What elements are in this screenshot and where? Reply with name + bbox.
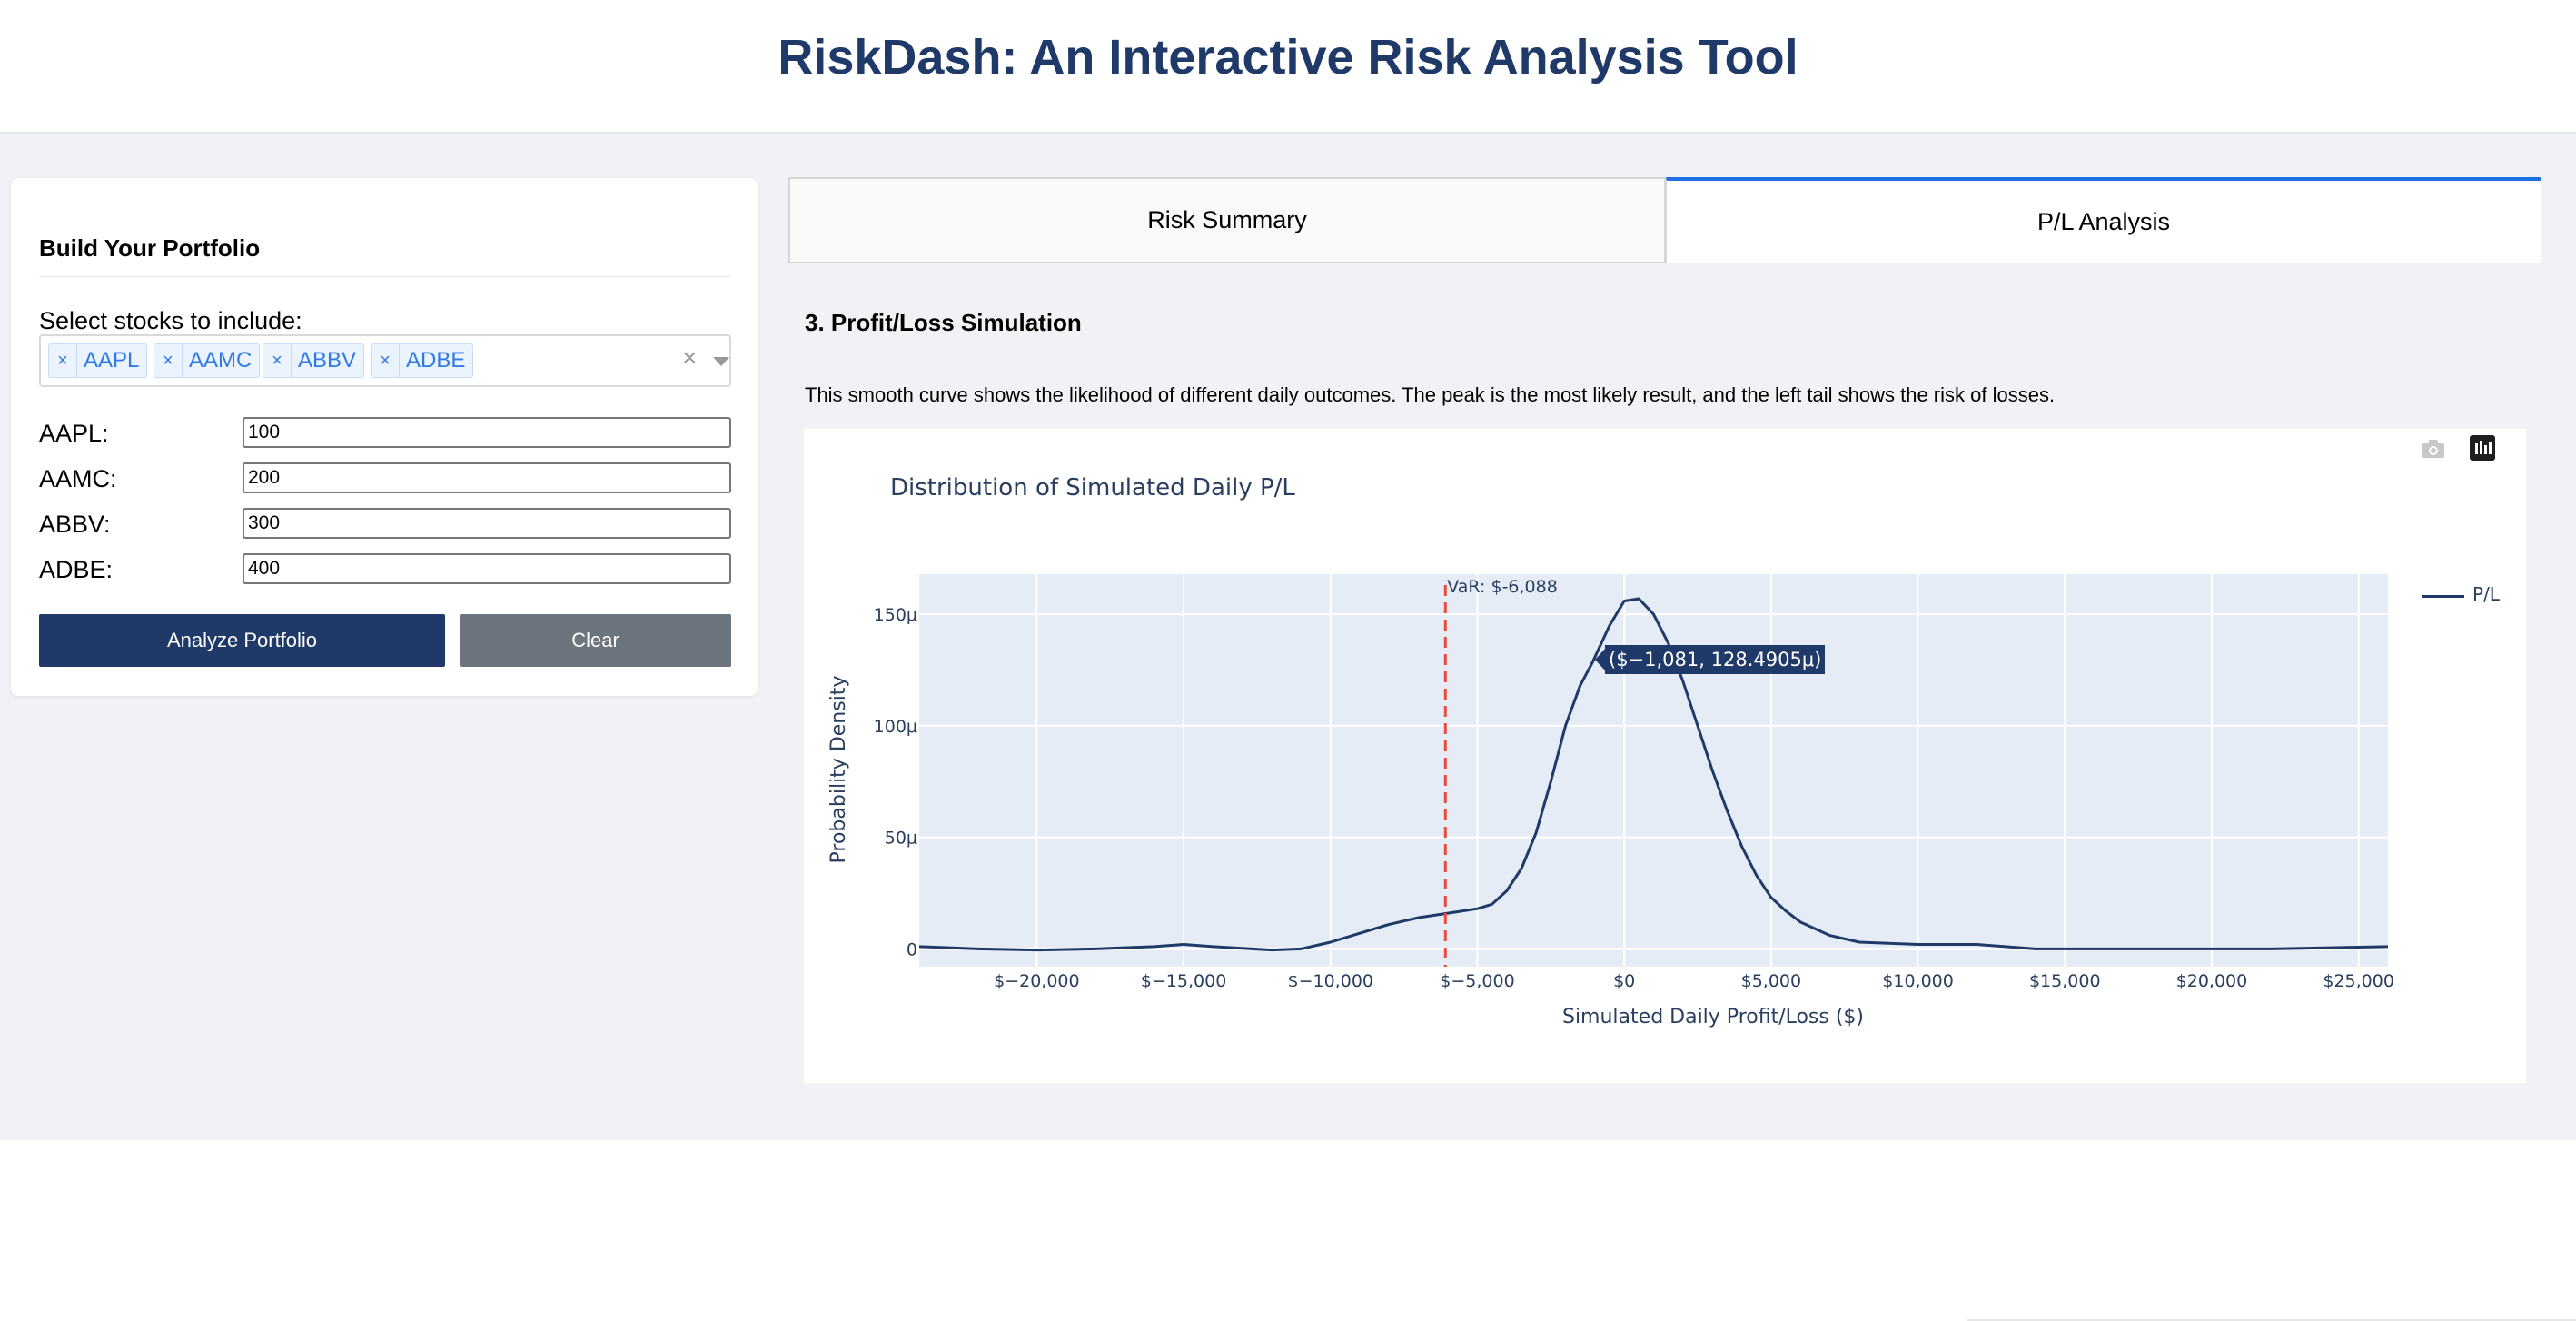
y-tick-label: 100μ — [874, 717, 917, 737]
var-label: VaR: $-6,088 — [1447, 577, 1558, 597]
analyze-portfolio-button[interactable]: Analyze Portfolio — [39, 614, 445, 667]
hover-tooltip: ($−1,081, 128.4905μ) — [1594, 645, 1826, 674]
quantity-input-aapl[interactable] — [243, 417, 731, 448]
stock-chip-label: ADBE — [406, 348, 466, 372]
x-tick-label: $20,000 — [2176, 971, 2248, 991]
stock-chip-abbv: × ABBV — [263, 343, 365, 378]
app-title: RiskDash: An Interactive Risk Analysis T… — [778, 30, 1798, 84]
quantity-input-abbv[interactable] — [243, 508, 731, 539]
clear-button[interactable]: Clear — [460, 614, 731, 667]
portfolio-builder-panel: Build Your Portfolio Select stocks to in… — [11, 178, 758, 696]
remove-adbe-icon[interactable]: × — [372, 344, 400, 377]
y-tick-label: 50μ — [885, 829, 917, 849]
sidebar-title: Build Your Portfolio — [39, 234, 261, 262]
tab-risk-summary[interactable]: Risk Summary — [788, 177, 1666, 263]
quantity-label-aamc: AAMC: — [39, 465, 117, 492]
x-tick-label: $10,000 — [1882, 971, 1954, 991]
chart-plot-svg: VaR: $-6,088 $−20,000 $−15,000 $−10,000 $−5… — [827, 574, 2394, 1028]
stock-chip-label: AAMC — [189, 348, 253, 372]
y-tick-label: 0 — [907, 939, 917, 959]
legend-line-pl — [2422, 595, 2464, 598]
x-tick-label: $15,000 — [2029, 971, 2101, 991]
stock-chip-aapl: × AAPL — [48, 343, 148, 378]
x-tick-label: $25,000 — [2323, 971, 2394, 991]
remove-aapl-icon[interactable]: × — [49, 344, 77, 377]
quantity-label-aapl: AAPL: — [39, 420, 109, 447]
x-axis-title: Simulated Daily Profit/Loss ($) — [1562, 1006, 1864, 1028]
x-tick-label: $−10,000 — [1288, 971, 1374, 991]
quantity-input-aamc[interactable] — [243, 462, 731, 493]
y-tick-label: 150μ — [874, 605, 917, 625]
sidebar-divider — [39, 276, 731, 277]
dropdown-arrow-icon[interactable] — [713, 357, 729, 366]
tab-pl-analysis[interactable]: P/L Analysis — [1666, 177, 2541, 263]
quantity-label-adbe: ADBE: — [39, 556, 114, 583]
clear-all-icon[interactable]: × — [682, 343, 697, 372]
stock-chip-label: ABBV — [298, 348, 357, 372]
stock-chip-adbe: × ADBE — [371, 343, 474, 378]
plot-area — [919, 574, 2388, 967]
x-tick-label: $−5,000 — [1440, 971, 1514, 991]
remove-aamc-icon[interactable]: × — [154, 344, 183, 377]
stock-multiselect[interactable]: × AAPL × AAMC × ABBV × ADBE × — [39, 334, 731, 387]
pl-distribution-chart: Distribution of Simulated Daily P/L VaR:… — [804, 429, 2526, 1083]
stock-chip-label: AAPL — [84, 348, 140, 372]
quantity-label-abbv: ABBV: — [39, 511, 111, 538]
x-tick-label: $−15,000 — [1141, 971, 1227, 991]
x-tick-label: $5,000 — [1741, 971, 1801, 991]
app-header: RiskDash: An Interactive Risk Analysis T… — [0, 0, 2576, 134]
remove-abbv-icon[interactable]: × — [263, 344, 292, 377]
legend-label-pl[interactable]: P/L — [2472, 583, 2500, 605]
section-title: 3. Profit/Loss Simulation — [805, 309, 1082, 336]
section-description: This smooth curve shows the likelihood o… — [805, 383, 2056, 406]
x-tick-label: $0 — [1613, 971, 1635, 991]
stock-chip-aamc: × AAMC — [154, 343, 261, 378]
stock-select-label: Select stocks to include: — [39, 307, 302, 334]
x-tick-label: $−20,000 — [994, 971, 1080, 991]
y-axis-title: Probability Density — [827, 676, 850, 864]
quantity-input-adbe[interactable] — [243, 553, 731, 584]
